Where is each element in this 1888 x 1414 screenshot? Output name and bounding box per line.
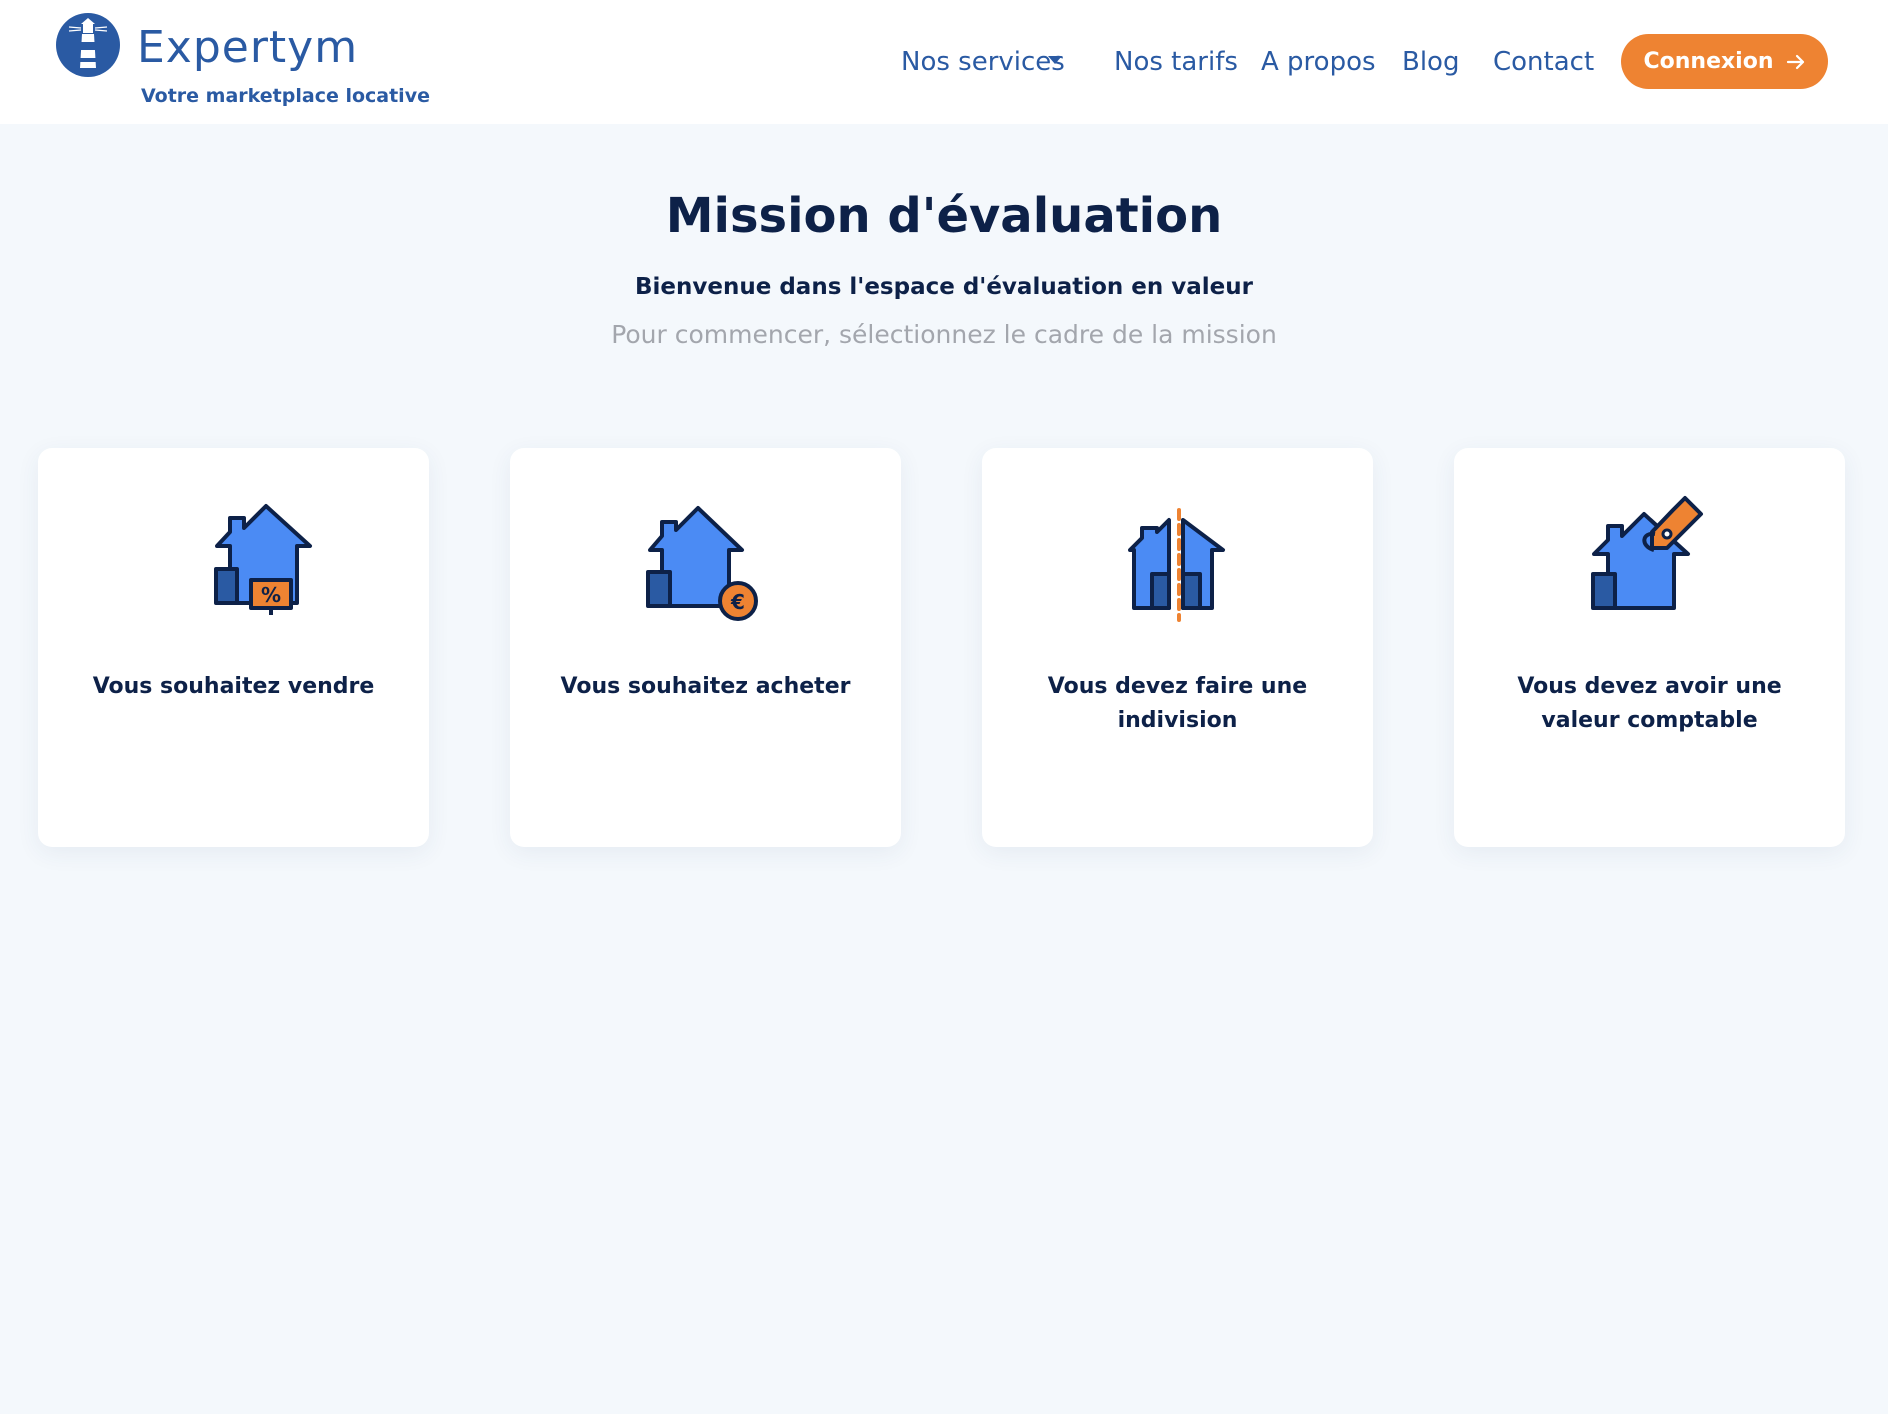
mission-card-label: Vous souhaitez acheter [560, 674, 851, 699]
brand-logo[interactable]: Expertym Votre marketplace locative [55, 12, 430, 112]
chevron-down-icon[interactable] [1048, 56, 1062, 64]
svg-text:€: € [730, 590, 745, 614]
mission-card-label: Vous devez avoir une valeur comptable [1517, 674, 1782, 733]
nav-services[interactable]: Nos services [901, 44, 1065, 80]
house-euro-coin-icon: € [646, 506, 758, 621]
nav-apropos[interactable]: A propos [1261, 44, 1376, 80]
login-button-label: Connexion [1643, 49, 1774, 74]
nav-blog[interactable]: Blog [1402, 44, 1459, 80]
instruction-text: Pour commencer, sélectionnez le cadre de… [611, 320, 1277, 349]
brand-tagline: Votre marketplace locative [141, 85, 430, 107]
mission-card-vendre[interactable]: % Vous souhaitez vendre [38, 448, 429, 847]
mission-card-valeur-comptable[interactable]: Vous devez avoir une valeur comptable [1454, 448, 1845, 847]
mission-card-indivision[interactable]: Vous devez faire une indivision [982, 448, 1373, 847]
house-split-icon [1128, 508, 1225, 622]
svg-text:%: % [261, 583, 281, 607]
nav-tarifs[interactable]: Nos tarifs [1114, 44, 1238, 80]
mission-card-label: Vous souhaitez vendre [92, 674, 375, 699]
page-subtitle: Bienvenue dans l'espace d'évaluation en … [635, 274, 1253, 300]
house-price-tag-icon [1591, 496, 1703, 610]
mission-card-acheter[interactable]: € Vous souhaitez acheter [510, 448, 901, 847]
page-title: Mission d'évaluation [665, 188, 1223, 244]
brand-name: Expertym [137, 22, 359, 73]
nav-contact[interactable]: Contact [1493, 44, 1594, 80]
house-percent-sign-icon: % [214, 504, 312, 615]
login-button[interactable]: Connexion [1621, 34, 1828, 89]
top-navbar: Expertym Votre marketplace locative Nos … [0, 0, 1888, 124]
lighthouse-logo-icon [56, 13, 120, 77]
mission-card-label: Vous devez faire une indivision [1047, 674, 1308, 733]
arrow-right-icon [1786, 54, 1804, 69]
